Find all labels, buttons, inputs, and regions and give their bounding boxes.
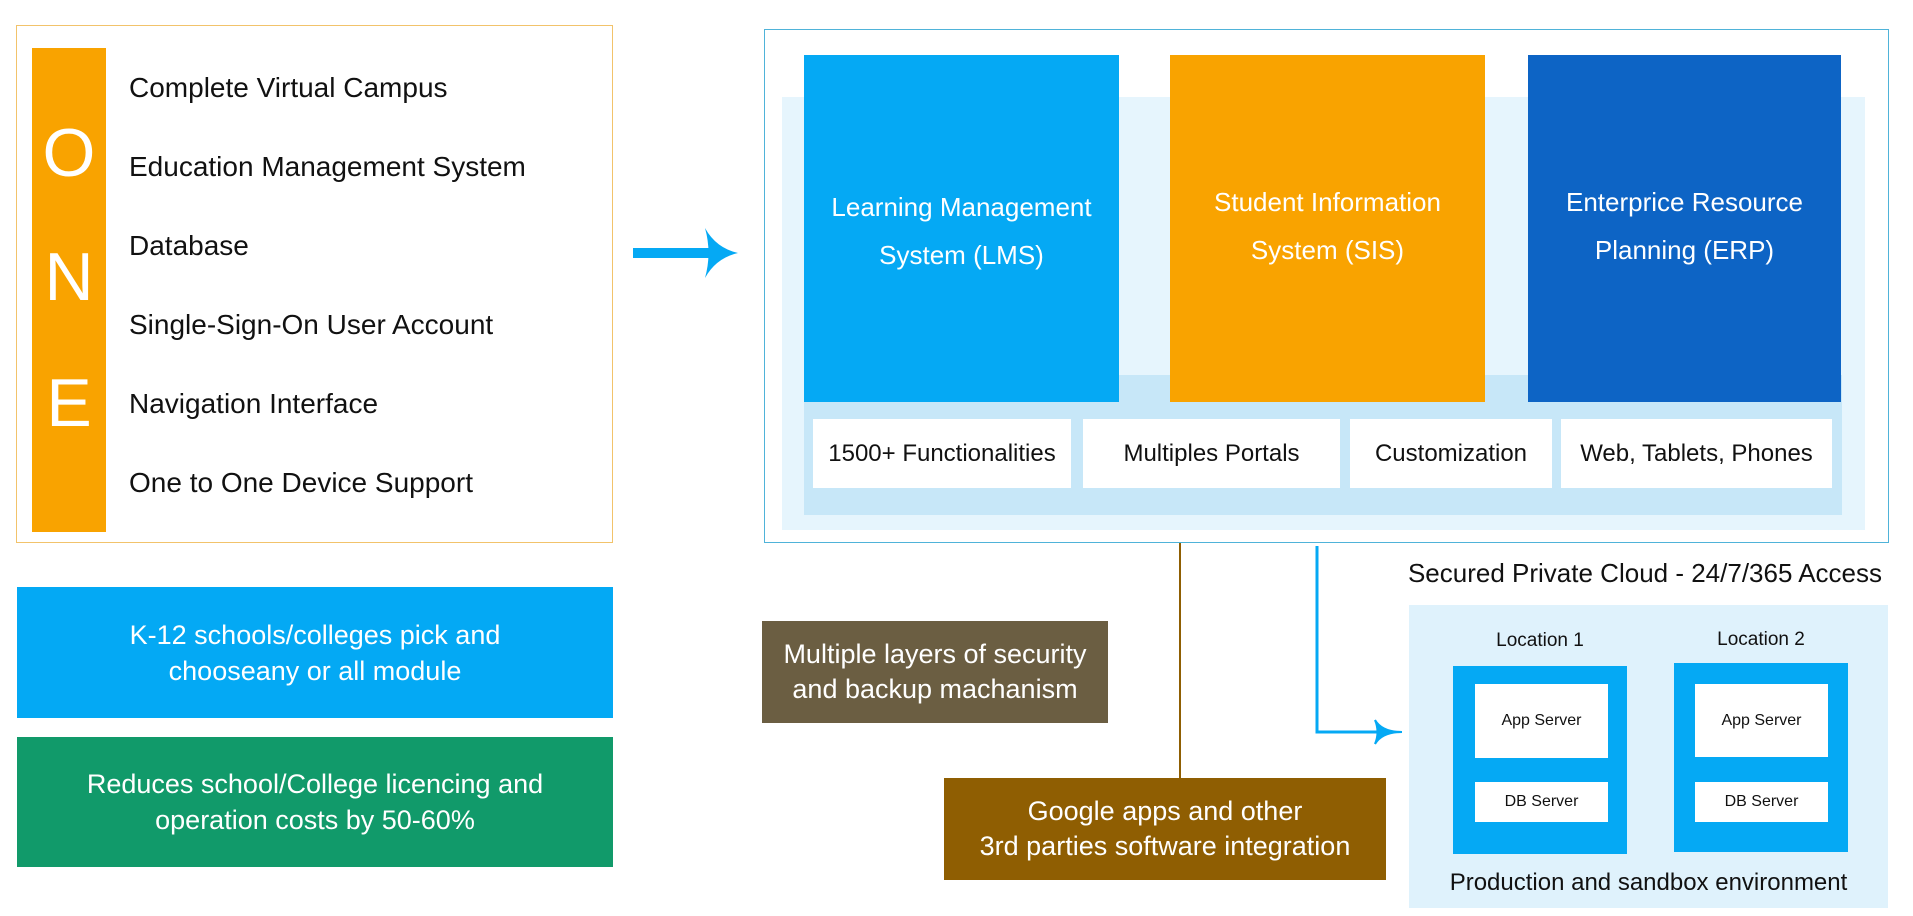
cost-reduction-line-1: Reduces school/College licencing and <box>86 769 544 799</box>
module-lms: Learning Management System (LMS) <box>804 55 1119 402</box>
one-item-education-management: Education Management System <box>129 151 526 182</box>
location-2-db-server: DB Server <box>1695 782 1828 822</box>
arrow-right-icon <box>633 228 738 278</box>
module-choice-line-2: chooseany or all module <box>168 655 462 686</box>
feature-portals: Multiples Portals <box>1083 419 1340 488</box>
module-choice-line-1: K-12 schools/colleges pick and <box>129 619 501 650</box>
one-letter-o: O <box>42 115 96 191</box>
location-2-label: Location 2 <box>1717 629 1805 650</box>
location-1-app-server: App Server <box>1475 684 1608 758</box>
module-erp: Enterprice Resource Planning (ERP) <box>1528 55 1841 402</box>
one-item-virtual-campus: Complete Virtual Campus <box>129 72 448 103</box>
one-item-navigation: Navigation Interface <box>129 388 379 419</box>
module-sis-line-1: Student Information <box>1214 187 1441 217</box>
module-lms-line-2: System (LMS) <box>879 240 1044 270</box>
cost-reduction-note: Reduces school/College licencing and ope… <box>17 737 613 867</box>
security-note: Multiple layers of security and backup m… <box>762 621 1108 723</box>
module-sis-line-2: System (SIS) <box>1250 235 1405 265</box>
module-lms-line-1: Learning Management <box>831 192 1092 222</box>
one-letter-e: E <box>46 365 92 441</box>
cloud-footer: Production and sandbox environment <box>1449 869 1848 896</box>
location-2-app-server: App Server <box>1695 684 1828 757</box>
security-line-1: Multiple layers of security <box>783 639 1087 669</box>
security-line-2: and backup machanism <box>792 674 1078 704</box>
location-1-db-server: DB Server <box>1475 782 1608 822</box>
one-letter-n: N <box>44 239 94 315</box>
feature-functionalities: 1500+ Functionalities <box>813 419 1071 488</box>
module-choice-note: K-12 schools/colleges pick and chooseany… <box>17 587 613 718</box>
module-sis: Student Information System (SIS) <box>1170 55 1485 402</box>
cloud-title: Secured Private Cloud - 24/7/365 Access <box>1407 558 1883 588</box>
integration-line-2: 3rd parties software integration <box>979 831 1351 861</box>
module-erp-line-1: Enterprice Resource <box>1566 187 1803 217</box>
feature-customization: Customization <box>1350 419 1552 488</box>
feature-devices: Web, Tablets, Phones <box>1561 419 1832 488</box>
one-item-sso: Single-Sign-On User Account <box>129 309 494 340</box>
one-item-database: Database <box>129 230 249 261</box>
location-1-label: Location 1 <box>1496 630 1584 651</box>
one-item-device-support: One to One Device Support <box>129 467 473 498</box>
integration-note: Google apps and other 3rd parties softwa… <box>944 778 1386 880</box>
cost-reduction-line-2: operation costs by 50-60% <box>155 805 475 835</box>
module-erp-line-2: Planning (ERP) <box>1594 235 1775 265</box>
integration-line-1: Google apps and other <box>1027 796 1303 826</box>
